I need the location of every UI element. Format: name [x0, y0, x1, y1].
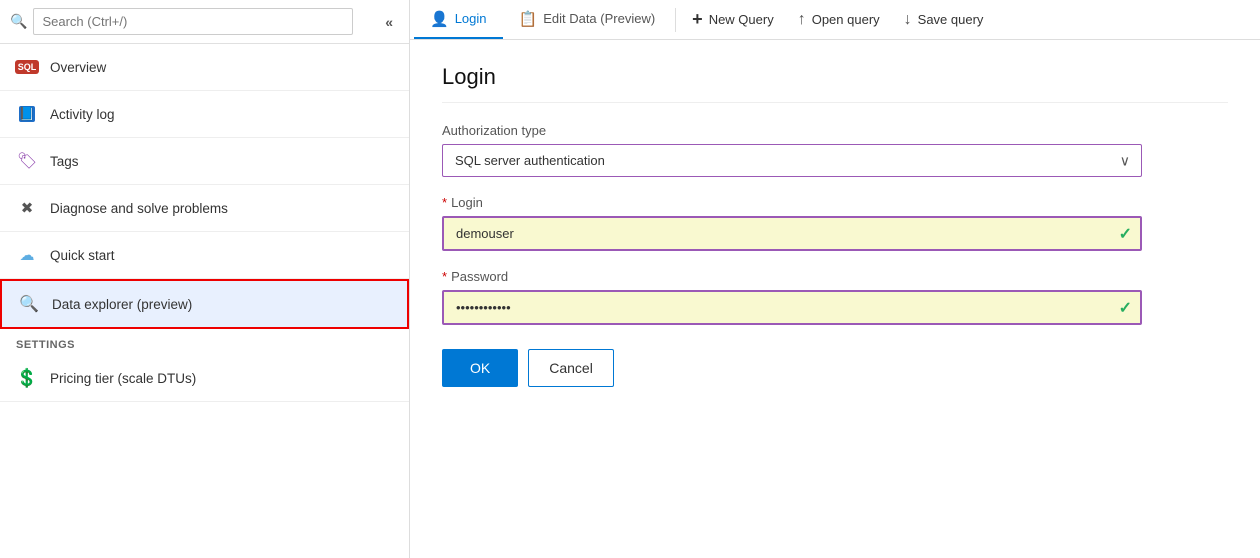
collapse-button[interactable]: «: [379, 12, 399, 32]
sidebar-item-overview[interactable]: SQL Overview: [0, 44, 409, 91]
auth-type-label: Authorization type: [442, 123, 1228, 138]
password-label: *Password: [442, 269, 1228, 284]
search-input[interactable]: [33, 8, 353, 35]
save-query-button[interactable]: ↓ Save query: [892, 0, 996, 39]
sidebar-item-label: Pricing tier (scale DTUs): [50, 371, 196, 386]
new-query-icon: +: [692, 9, 703, 30]
cancel-button[interactable]: Cancel: [528, 349, 614, 387]
toolbar: 👤 Login 📋 Edit Data (Preview) + New Quer…: [410, 0, 1260, 40]
password-section: *Password ✓: [442, 269, 1228, 325]
sidebar-nav: SQL Overview 📘 Activity log 🏷 Tags ✖ Dia…: [0, 44, 409, 558]
open-query-label: Open query: [812, 12, 880, 27]
ok-button[interactable]: OK: [442, 349, 518, 387]
diagnose-icon: ✖: [16, 197, 38, 219]
sidebar-item-label: Quick start: [50, 248, 115, 263]
sidebar-item-label: Tags: [50, 154, 79, 169]
login-input[interactable]: [442, 216, 1142, 251]
sidebar-item-label: Activity log: [50, 107, 115, 122]
page-title: Login: [442, 64, 1228, 103]
pricing-icon: 💲: [16, 367, 38, 389]
search-bar: 🔍 «: [0, 0, 409, 44]
sidebar-item-label: Overview: [50, 60, 106, 75]
form-buttons: OK Cancel: [442, 349, 1228, 387]
open-query-button[interactable]: ↑ Open query: [786, 0, 892, 39]
sidebar-item-label: Data explorer (preview): [52, 297, 192, 312]
login-input-wrapper: ✓: [442, 216, 1142, 251]
password-required-star: *: [442, 269, 447, 284]
main-panel: 👤 Login 📋 Edit Data (Preview) + New Quer…: [410, 0, 1260, 558]
new-query-label: New Query: [709, 12, 774, 27]
save-query-label: Save query: [918, 12, 984, 27]
login-required-star: *: [442, 195, 447, 210]
sidebar-item-quick-start[interactable]: ☁ Quick start: [0, 232, 409, 279]
sidebar-item-tags[interactable]: 🏷 Tags: [0, 138, 409, 185]
login-check-icon: ✓: [1119, 224, 1132, 244]
tags-icon: 🏷: [16, 150, 38, 172]
login-section: *Login ✓: [442, 195, 1228, 251]
login-label: *Login: [442, 195, 1228, 210]
tab-edit-data[interactable]: 📋 Edit Data (Preview): [503, 0, 672, 39]
login-tab-icon: 👤: [430, 10, 449, 28]
new-query-button[interactable]: + New Query: [680, 0, 786, 39]
open-query-icon: ↑: [798, 11, 806, 29]
quick-start-icon: ☁: [16, 244, 38, 266]
sidebar-item-label: Diagnose and solve problems: [50, 201, 228, 216]
tab-edit-data-label: Edit Data (Preview): [543, 11, 655, 26]
password-input-wrapper: ✓: [442, 290, 1142, 325]
sidebar: 🔍 « SQL Overview 📘 Activity log 🏷 Tags: [0, 0, 410, 558]
sidebar-item-data-explorer[interactable]: 🔍 Data explorer (preview): [0, 279, 409, 329]
data-explorer-icon: 🔍: [18, 293, 40, 315]
tab-login[interactable]: 👤 Login: [414, 0, 503, 39]
overview-icon: SQL: [16, 56, 38, 78]
password-input[interactable]: [442, 290, 1142, 325]
settings-section-header: SETTINGS: [0, 329, 409, 355]
search-icon: 🔍: [10, 13, 27, 30]
tab-login-label: Login: [455, 11, 487, 26]
sidebar-item-activity-log[interactable]: 📘 Activity log: [0, 91, 409, 138]
content-area: Login Authorization type SQL server auth…: [410, 40, 1260, 558]
auth-type-section: Authorization type SQL server authentica…: [442, 123, 1228, 177]
toolbar-separator: [675, 8, 676, 32]
sidebar-item-diagnose[interactable]: ✖ Diagnose and solve problems: [0, 185, 409, 232]
password-check-icon: ✓: [1119, 298, 1132, 318]
activity-log-icon: 📘: [16, 103, 38, 125]
edit-data-tab-icon: 📋: [519, 10, 538, 28]
auth-type-select[interactable]: SQL server authentication Active Directo…: [442, 144, 1142, 177]
sidebar-item-pricing-tier[interactable]: 💲 Pricing tier (scale DTUs): [0, 355, 409, 402]
save-query-icon: ↓: [904, 11, 912, 29]
auth-type-select-wrapper: SQL server authentication Active Directo…: [442, 144, 1142, 177]
